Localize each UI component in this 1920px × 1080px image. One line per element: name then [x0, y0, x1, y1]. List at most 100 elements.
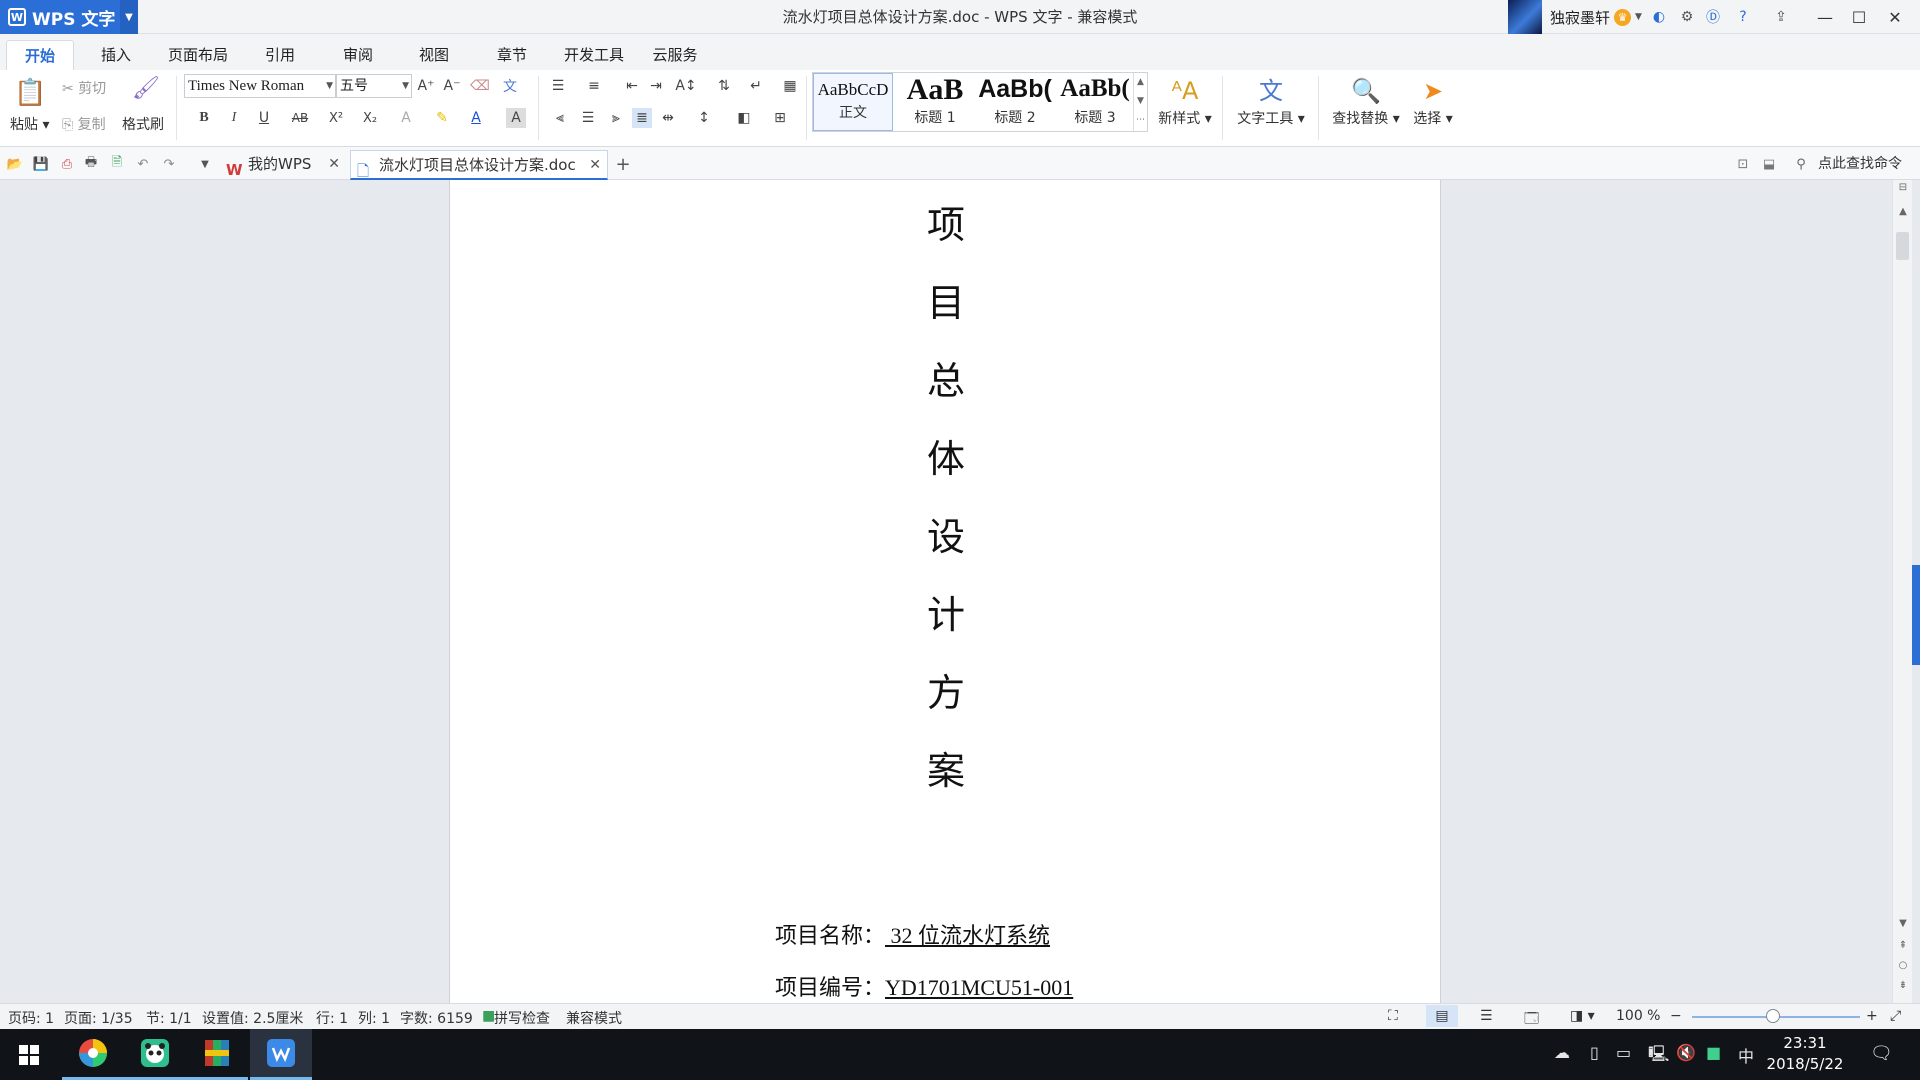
zoom-slider-knob[interactable] — [1766, 1009, 1780, 1023]
export-pdf-icon[interactable]: ⎙ — [58, 155, 76, 173]
grow-font-icon[interactable]: A⁺ — [416, 76, 436, 96]
command-search-input[interactable]: 点此查找命令 — [1818, 153, 1902, 173]
reading-mode-icon[interactable]: ◨ ▾ — [1570, 1008, 1595, 1024]
status-page-code[interactable]: 页码: 1 — [8, 1008, 54, 1028]
bullet-list-icon[interactable]: ☰ — [548, 76, 568, 96]
usb-icon[interactable]: ▯ — [1590, 1043, 1599, 1062]
style-heading-3[interactable]: AaBb( 标题 3 — [1055, 73, 1135, 131]
skin-icon[interactable]: ◐ — [1650, 8, 1668, 26]
tab-cloud[interactable]: 云服务 — [644, 40, 706, 70]
char-shading-icon[interactable]: A — [506, 108, 526, 128]
format-painter-button[interactable]: 格式刷 — [122, 114, 164, 134]
copy-button[interactable]: ⎘ 复制 — [62, 114, 106, 134]
align-right-icon[interactable]: ⫸ — [606, 108, 626, 128]
scroll-up-icon[interactable]: ▲ — [1893, 206, 1913, 217]
save-icon[interactable]: 💾 — [32, 155, 50, 173]
format-painter-icon[interactable]: 🖌 — [132, 76, 160, 101]
help-icon[interactable]: ? — [1734, 8, 1752, 26]
tab-my-wps[interactable]: W 我的WPS ✕ — [220, 150, 346, 180]
sort-icon[interactable]: ⇅ — [714, 76, 734, 96]
highlight-icon[interactable]: ✎ — [432, 108, 452, 128]
status-section[interactable]: 节: 1/1 — [146, 1008, 192, 1028]
tab-start[interactable]: 开始 — [6, 40, 74, 70]
tab-view[interactable]: 视图 — [408, 40, 460, 70]
distributed-icon[interactable]: ⇹ — [658, 108, 678, 128]
scroll-down-icon[interactable]: ▼ — [1893, 918, 1913, 929]
next-page-icon[interactable]: ⇟ — [1893, 980, 1913, 991]
close-tab-icon[interactable]: ✕ — [589, 151, 601, 179]
customize-toolbar-icon[interactable]: ▼ — [196, 155, 214, 173]
maximize-button[interactable]: ☐ — [1840, 0, 1878, 34]
page-view-icon[interactable]: ▤ — [1426, 1005, 1458, 1027]
zoom-out-icon[interactable]: − — [1670, 1008, 1682, 1024]
app-menu-button[interactable]: W WPS 文字 ▼ — [0, 0, 138, 34]
style-normal[interactable]: AaBbCcD 正文 — [813, 73, 893, 131]
new-tab-icon[interactable]: + — [614, 154, 632, 175]
align-center-icon[interactable]: ☰ — [578, 108, 598, 128]
taskbar-panda-app[interactable] — [124, 1029, 186, 1080]
status-setting[interactable]: 设置值: 2.5厘米 — [202, 1008, 303, 1028]
zoom-in-icon[interactable]: + — [1866, 1008, 1878, 1024]
text-direction-icon[interactable]: A↕ — [675, 76, 696, 96]
search-icon[interactable]: ⚲ — [1792, 155, 1810, 173]
font-size-select[interactable]: 五号 ▼ — [336, 74, 412, 98]
chevron-down-icon[interactable]: ▼ — [120, 0, 138, 34]
restore-ribbon-icon[interactable]: ⇪ — [1772, 8, 1790, 26]
zoom-level[interactable]: 100 % — [1616, 1008, 1660, 1024]
font-name-select[interactable]: Times New Roman ▼ — [184, 74, 336, 98]
justify-icon[interactable]: ≣ — [632, 108, 652, 128]
spell-check-button[interactable]: 拼写检查 — [494, 1008, 550, 1028]
style-heading-2[interactable]: AaBb( 标题 2 — [975, 73, 1055, 131]
start-button[interactable] — [0, 1029, 58, 1080]
select-button[interactable]: ➤ 选择 ▾ — [1408, 74, 1458, 128]
status-row[interactable]: 行: 1 — [316, 1008, 348, 1028]
align-left-icon[interactable]: ⫷ — [550, 108, 570, 128]
close-button[interactable]: ✕ — [1876, 0, 1914, 34]
collapse-icon[interactable]: ⬓ — [1760, 155, 1778, 173]
line-spacing-icon[interactable]: ↕ — [694, 108, 714, 128]
tab-review[interactable]: 审阅 — [332, 40, 384, 70]
document-page[interactable]: 项 目 总 体 设 计 方 案 项目名称： 32 位流水灯系统 项目编号：YD1… — [449, 180, 1441, 1003]
shrink-font-icon[interactable]: A⁻ — [442, 76, 462, 96]
panda-tray-icon[interactable]: ■ — [1706, 1043, 1721, 1062]
decrease-indent-icon[interactable]: ⇤ — [622, 76, 642, 96]
open-folder-icon[interactable]: 📂 — [6, 155, 24, 173]
strikethrough-button[interactable]: AB — [290, 108, 310, 128]
paste-button[interactable]: 粘贴 ▾ — [10, 114, 49, 134]
new-style-button[interactable]: ᴬA 新样式 ▾ — [1156, 74, 1214, 128]
shading-icon[interactable]: ◧ — [734, 108, 754, 128]
pin-icon[interactable]: ⊡ — [1734, 155, 1752, 173]
font-color-icon[interactable]: A — [466, 108, 486, 128]
subscript-button[interactable]: X₂ — [360, 108, 380, 128]
taskbar-clock[interactable]: 23:31 2018/5/22 — [1760, 1033, 1850, 1075]
superscript-button[interactable]: X² — [326, 108, 346, 128]
avatar[interactable] — [1508, 0, 1542, 34]
volume-muted-icon[interactable]: 🔇 — [1676, 1043, 1696, 1062]
print-preview-icon[interactable]: 🗎 — [108, 155, 126, 173]
numbered-list-icon[interactable]: ≡ — [584, 76, 604, 96]
vertical-scrollbar[interactable]: ⊟ ▲ ▼ ⇞ ○ ⇟ — [1892, 180, 1912, 1003]
borders-icon[interactable]: ⊞ — [770, 108, 790, 128]
outline-view-icon[interactable]: ☰ — [1480, 1008, 1493, 1024]
scroll-thumb[interactable] — [1896, 232, 1909, 260]
ime-indicator[interactable]: 中 — [1738, 1043, 1754, 1067]
paste-icon[interactable]: 📋 — [14, 78, 46, 108]
fit-page-icon[interactable]: ⤢ — [1890, 1008, 1901, 1024]
d-icon[interactable]: Ⓓ — [1704, 8, 1722, 26]
chevron-down-icon[interactable]: ▼ — [1635, 12, 1642, 22]
print-icon[interactable]: 🖶 — [82, 155, 100, 173]
phonetic-icon[interactable]: 文 — [500, 76, 520, 96]
taskbar-wps-writer[interactable] — [250, 1029, 312, 1080]
tab-chapter[interactable]: 章节 — [486, 40, 538, 70]
tab-developer[interactable]: 开发工具 — [556, 40, 632, 70]
style-heading-1[interactable]: AaB 标题 1 — [895, 73, 975, 131]
tab-page-layout[interactable]: 页面布局 — [160, 40, 236, 70]
undo-icon[interactable]: ↶ — [134, 155, 152, 173]
tab-references[interactable]: 引用 — [254, 40, 306, 70]
tab-document[interactable]: 🗋 流水灯项目总体设计方案.doc ✕ — [350, 150, 608, 180]
tab-insert[interactable]: 插入 — [90, 40, 142, 70]
close-tab-icon[interactable]: ✕ — [328, 150, 340, 178]
cloud-sync-icon[interactable]: ☁ — [1554, 1043, 1570, 1062]
find-replace-button[interactable]: 🔍 查找替换 ▾ — [1328, 74, 1404, 128]
user-account[interactable]: 独寂墨轩 ♛ ▼ — [1508, 0, 1642, 34]
